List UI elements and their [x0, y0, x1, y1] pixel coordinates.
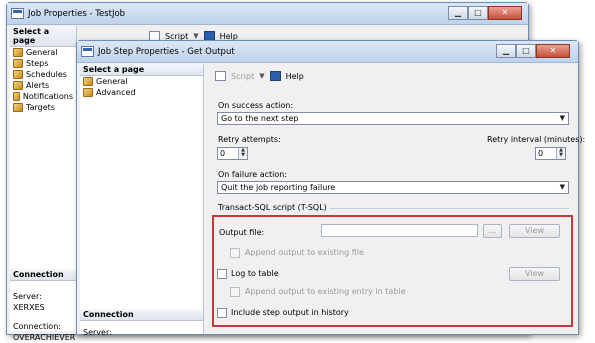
- tsql-group-label: Transact-SQL script (T-SQL): [218, 203, 330, 212]
- page-icon: [13, 48, 23, 57]
- append-entry-checkbox[interactable]: [230, 287, 240, 297]
- page-item-label: General: [96, 77, 128, 86]
- page-item-notifications[interactable]: Notifications: [10, 91, 76, 102]
- page-item-label: Schedules: [26, 70, 67, 79]
- on-failure-select[interactable]: Quit the job reporting failure ▼: [217, 181, 569, 194]
- include-history-label: Include step output in history: [231, 308, 349, 317]
- maximize-button[interactable]: □: [468, 6, 488, 20]
- server-label: Server:: [13, 292, 42, 301]
- page-item-label: Advanced: [96, 88, 136, 97]
- retry-interval-label: Retry interval (minutes):: [487, 135, 586, 144]
- page-icon: [83, 77, 93, 86]
- page-item-steps[interactable]: Steps: [10, 58, 76, 69]
- page-item-label: Alerts: [26, 81, 50, 90]
- log-to-table-label: Log to table: [231, 269, 279, 278]
- connection-header: Connection: [10, 269, 76, 281]
- page-item-schedules[interactable]: Schedules: [10, 69, 76, 80]
- server-label: Server:: [83, 328, 112, 337]
- page-icon: [83, 88, 93, 97]
- front-left-pane: Select a page General Advanced Connectio…: [80, 64, 204, 337]
- close-button[interactable]: ✕: [488, 6, 522, 20]
- page-item-label: General: [26, 48, 58, 57]
- window-icon: [81, 46, 94, 57]
- browse-button[interactable]: ...: [483, 224, 502, 238]
- page-item-alerts[interactable]: Alerts: [10, 80, 76, 91]
- connection-header: Connection: [80, 309, 203, 321]
- chevron-down-icon[interactable]: ▼: [259, 72, 264, 80]
- retry-attempts-spinner[interactable]: 0 ▲ ▼: [217, 147, 248, 160]
- connection-label: Connection:: [13, 322, 61, 331]
- connection-value: OVERACHIEVER: [13, 333, 76, 342]
- page-item-general[interactable]: General: [10, 47, 76, 58]
- on-success-value: Go to the next step: [221, 114, 299, 123]
- page-item-general[interactable]: General: [80, 76, 203, 87]
- on-failure-label: On failure action:: [218, 170, 288, 179]
- retry-interval-spinner[interactable]: 0 ▲ ▼: [535, 147, 566, 160]
- page-item-label: Notifications: [22, 92, 73, 101]
- back-left-pane: Select a page General Steps Schedules Al…: [10, 26, 77, 342]
- log-to-table-checkbox[interactable]: [217, 269, 227, 279]
- maximize-button[interactable]: □: [516, 44, 536, 58]
- page-item-advanced[interactable]: Advanced: [80, 87, 203, 98]
- append-output-label: Append output to existing file: [245, 248, 364, 257]
- on-success-select[interactable]: Go to the next step ▼: [217, 112, 569, 125]
- chevron-down-icon[interactable]: ▼: [193, 32, 198, 40]
- window-icon: [11, 8, 24, 19]
- help-button[interactable]: Help: [286, 72, 304, 81]
- output-file-label: Output file:: [219, 228, 265, 237]
- select-page-header: Select a page: [80, 64, 203, 76]
- page-item-targets[interactable]: Targets: [10, 102, 76, 113]
- retry-interval-value: 0: [538, 149, 544, 158]
- job-properties-titlebar[interactable]: Job Properties - TestJob ▁ □ ✕: [7, 3, 528, 25]
- view-output-button[interactable]: View: [509, 224, 560, 238]
- minimize-button[interactable]: ▁: [448, 6, 468, 20]
- append-entry-label: Append output to existing entry in table: [245, 287, 406, 296]
- minimize-button[interactable]: ▁: [496, 44, 516, 58]
- close-button[interactable]: ✕: [536, 44, 570, 58]
- spinner-arrows-icon[interactable]: ▲ ▼: [238, 148, 247, 159]
- output-file-input[interactable]: [321, 224, 478, 237]
- append-output-checkbox[interactable]: [230, 248, 240, 258]
- include-history-checkbox[interactable]: [217, 308, 227, 318]
- page-item-label: Targets: [26, 103, 55, 112]
- retry-attempts-label: Retry attempts:: [218, 135, 281, 144]
- help-icon: [269, 71, 281, 81]
- job-step-titlebar[interactable]: Job Step Properties - Get Output ▁ □ ✕: [77, 41, 578, 63]
- retry-attempts-value: 0: [220, 149, 226, 158]
- script-icon: [215, 71, 226, 81]
- page-icon: [13, 59, 23, 68]
- view-table-button[interactable]: View: [509, 267, 560, 281]
- window-title: Job Properties - TestJob: [28, 8, 126, 19]
- on-failure-value: Quit the job reporting failure: [221, 183, 336, 192]
- front-toolbar: Script ▼ Help: [215, 71, 304, 81]
- page-icon: [13, 92, 20, 101]
- select-page-header: Select a page: [10, 26, 76, 47]
- server-value: XERXES: [13, 303, 45, 312]
- chevron-down-icon: ▼: [559, 114, 565, 122]
- window-title: Job Step Properties - Get Output: [98, 46, 235, 57]
- on-success-label: On success action:: [218, 101, 294, 110]
- chevron-down-icon: ▼: [559, 183, 565, 191]
- back-page-list: General Steps Schedules Alerts Notificat…: [10, 47, 76, 113]
- job-step-properties-window: Job Step Properties - Get Output ▁ □ ✕ S…: [76, 40, 585, 337]
- spinner-arrows-icon[interactable]: ▲ ▼: [556, 148, 565, 159]
- page-icon: [13, 81, 23, 90]
- page-item-label: Steps: [26, 59, 49, 68]
- script-button[interactable]: Script: [231, 72, 254, 81]
- page-icon: [13, 103, 23, 112]
- page-icon: [13, 70, 23, 79]
